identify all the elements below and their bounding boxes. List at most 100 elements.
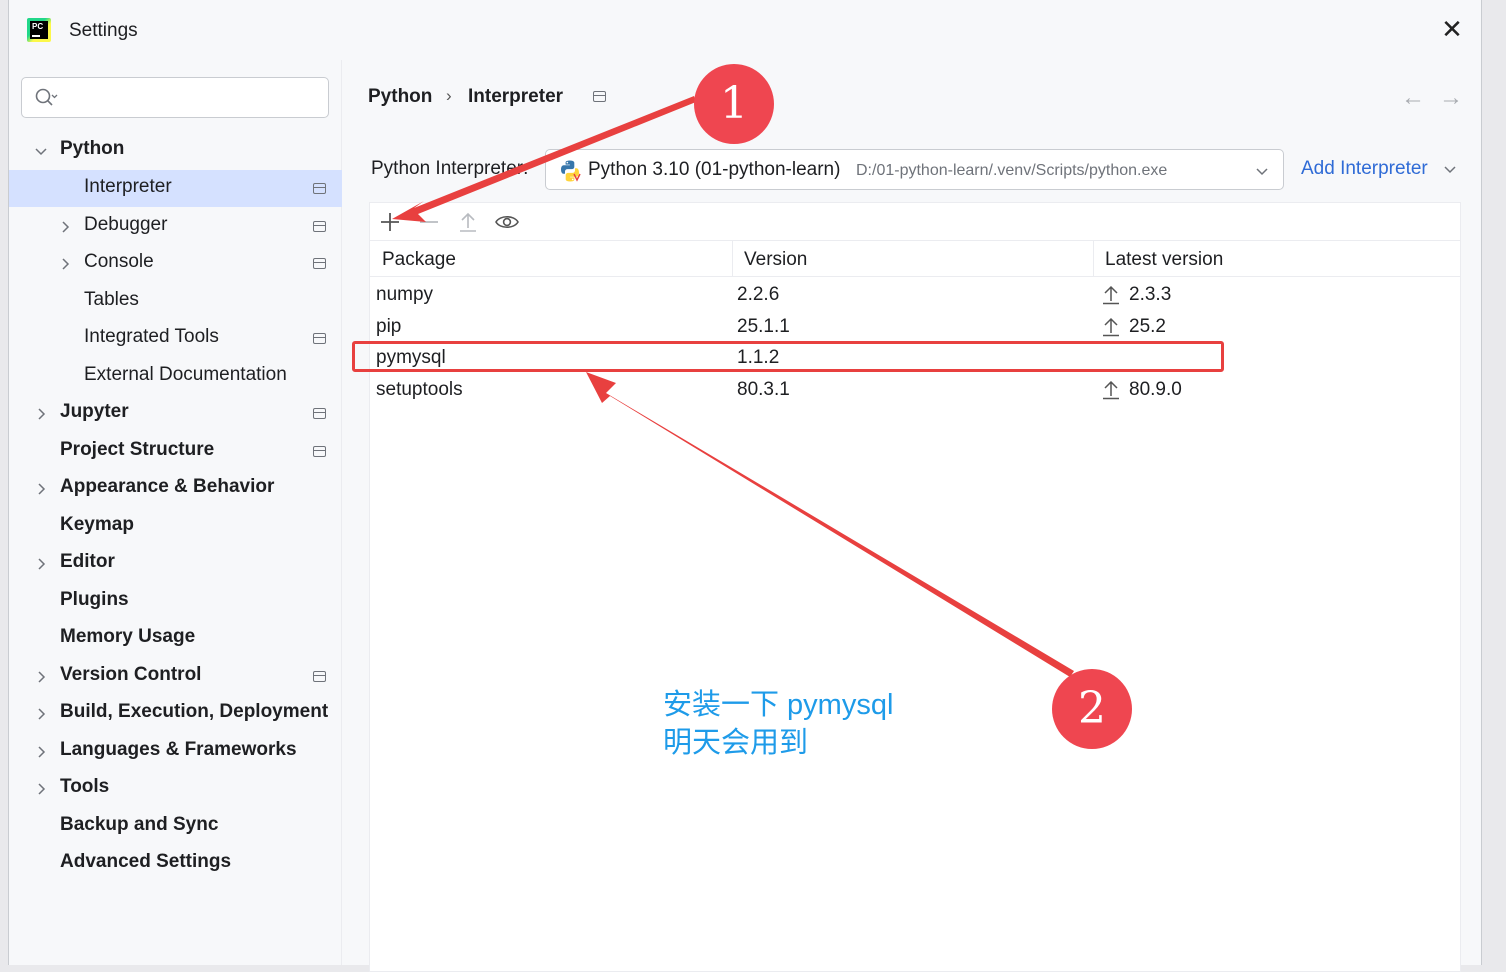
search-icon	[35, 88, 58, 106]
package-latest-version: 25.2	[1129, 316, 1166, 337]
sidebar-item-plugins[interactable]: Plugins	[9, 583, 342, 620]
sidebar-item-label: Project Structure	[60, 439, 215, 460]
sidebar-item-label: Integrated Tools	[84, 326, 219, 347]
chevron-right-icon[interactable]	[58, 257, 72, 271]
project-level-icon	[313, 671, 326, 682]
close-icon: ✕	[1441, 14, 1463, 44]
upgrade-available-icon	[1103, 285, 1119, 305]
upgrade-available-icon	[1103, 380, 1119, 400]
sidebar-item-backup-and-sync[interactable]: Backup and Sync	[9, 808, 342, 845]
annotation-badge-2: 2	[1052, 669, 1132, 749]
remove-package-icon[interactable]	[417, 211, 441, 233]
sidebar-item-integrated-tools[interactable]: Integrated Tools	[9, 320, 342, 357]
forward-arrow-icon[interactable]: →	[1439, 84, 1463, 112]
annotation-badge-1: 1	[694, 64, 774, 144]
sidebar-item-label: Appearance & Behavior	[60, 476, 275, 497]
sidebar-item-languages-frameworks[interactable]: Languages & Frameworks	[9, 733, 342, 770]
project-level-icon	[313, 183, 326, 194]
chevron-down-icon[interactable]	[1443, 162, 1457, 176]
sidebar-item-tools[interactable]: Tools	[9, 770, 342, 807]
breadcrumb-separator: ›	[446, 86, 452, 105]
sidebar-item-build-execution-deployment[interactable]: Build, Execution, Deployment	[9, 695, 342, 732]
sidebar-item-label: Editor	[60, 551, 115, 572]
sidebar-item-label: Debugger	[84, 214, 168, 235]
sidebar-item-label: External Documentation	[84, 364, 287, 385]
annotation-note-line-1: 安装一下 pymysql	[663, 689, 894, 721]
chevron-right-icon[interactable]	[34, 557, 48, 571]
project-level-icon	[313, 333, 326, 344]
table-row[interactable]: numpy 2.2.6 2.3.3	[370, 279, 1460, 311]
table-row[interactable]: setuptools 80.3.1 80.9.0	[370, 374, 1460, 406]
chevron-right-icon[interactable]	[34, 782, 48, 796]
sidebar-item-console[interactable]: Console	[9, 245, 342, 282]
settings-sidebar: Python Interpreter Debugger Console Tables In…	[9, 60, 342, 965]
add-interpreter-link[interactable]: Add Interpreter	[1301, 158, 1428, 180]
chevron-right-icon[interactable]	[34, 670, 48, 684]
settings-search-box[interactable]	[21, 77, 329, 118]
sidebar-item-label: Advanced Settings	[60, 851, 232, 872]
sidebar-item-label: Plugins	[60, 589, 129, 610]
column-divider[interactable]	[732, 241, 733, 277]
sidebar-item-jupyter[interactable]: Jupyter	[9, 395, 342, 432]
chevron-right-icon[interactable]	[34, 482, 48, 496]
table-row[interactable]: pip 25.1.1 25.2	[370, 311, 1460, 343]
upgrade-package-icon[interactable]	[456, 211, 480, 233]
sidebar-item-version-control[interactable]: Version Control	[9, 658, 342, 695]
sidebar-item-label: Console	[84, 251, 154, 272]
sidebar-item-label: Languages & Frameworks	[60, 739, 297, 760]
sidebar-item-debugger[interactable]: Debugger	[9, 208, 342, 245]
sidebar-item-label: Memory Usage	[60, 626, 196, 647]
sidebar-item-python[interactable]: Python	[9, 132, 342, 169]
interpreter-select[interactable]: Python 3.10 (01-python-learn) D:/01-pyth…	[545, 149, 1284, 190]
chevron-right-icon[interactable]	[34, 407, 48, 421]
sidebar-item-external-documentation[interactable]: External Documentation	[9, 358, 342, 395]
sidebar-item-label: Interpreter	[84, 176, 172, 197]
column-header-latest-version[interactable]: Latest version	[1105, 249, 1223, 271]
interpreter-path: D:/01-python-learn/.venv/Scripts/python.…	[856, 162, 1168, 179]
add-package-icon[interactable]	[378, 211, 402, 233]
close-button[interactable]: ✕	[1437, 14, 1467, 44]
sidebar-item-tables[interactable]: Tables	[9, 283, 342, 320]
sidebar-item-label: Python	[60, 138, 125, 159]
sidebar-item-keymap[interactable]: Keymap	[9, 508, 342, 545]
sidebar-item-editor[interactable]: Editor	[9, 545, 342, 582]
sidebar-item-memory-usage[interactable]: Memory Usage	[9, 620, 342, 657]
sidebar-item-label: Backup and Sync	[60, 814, 219, 835]
sidebar-item-label: Version Control	[60, 664, 202, 685]
column-divider[interactable]	[1093, 241, 1094, 277]
breadcrumb-python[interactable]: Python	[368, 86, 432, 108]
column-header-version[interactable]: Version	[744, 249, 807, 271]
annotation-note-line-2: 明天会用到	[663, 727, 809, 759]
chevron-right-icon[interactable]	[34, 745, 48, 759]
sidebar-item-label: Tools	[60, 776, 110, 797]
project-level-icon	[313, 258, 326, 269]
chevron-down-icon[interactable]	[34, 144, 48, 158]
pycharm-logo-icon: PC	[27, 18, 51, 42]
search-input[interactable]	[66, 84, 316, 112]
sidebar-item-appearance-behavior[interactable]: Appearance & Behavior	[9, 470, 342, 507]
breadcrumb-interpreter: Interpreter	[468, 86, 564, 107]
show-early-releases-eye-icon[interactable]	[495, 211, 519, 233]
column-header-package[interactable]: Package	[382, 249, 456, 271]
sidebar-item-label: Tables	[84, 289, 139, 310]
sidebar-item-label: Jupyter	[60, 401, 129, 422]
chevron-right-icon[interactable]	[34, 707, 48, 721]
package-latest-version: 80.9.0	[1129, 379, 1182, 400]
back-arrow-icon[interactable]: ←	[1401, 84, 1425, 112]
package-name: numpy	[376, 284, 434, 305]
chevron-right-icon[interactable]	[58, 220, 72, 234]
package-latest-version: 2.3.3	[1129, 284, 1172, 305]
packages-table: Package Version Latest version numpy 2.2.…	[369, 202, 1461, 972]
project-level-icon	[593, 91, 606, 102]
sidebar-item-label: Keymap	[60, 514, 134, 535]
interpreter-name: Python 3.10 (01-python-learn)	[588, 159, 841, 180]
project-level-icon	[313, 446, 326, 457]
package-version: 25.1.1	[737, 316, 790, 337]
packages-toolbar	[370, 203, 1460, 241]
sidebar-item-label: Build, Execution, Deployment	[60, 701, 329, 722]
sidebar-item-interpreter[interactable]: Interpreter	[9, 170, 342, 207]
chevron-down-icon	[1256, 168, 1268, 176]
sidebar-item-advanced-settings[interactable]: Advanced Settings	[9, 845, 342, 882]
sidebar-item-project-structure[interactable]: Project Structure	[9, 433, 342, 470]
settings-window: PC Settings ✕ Python Interpreter Debugger C…	[8, 0, 1482, 972]
